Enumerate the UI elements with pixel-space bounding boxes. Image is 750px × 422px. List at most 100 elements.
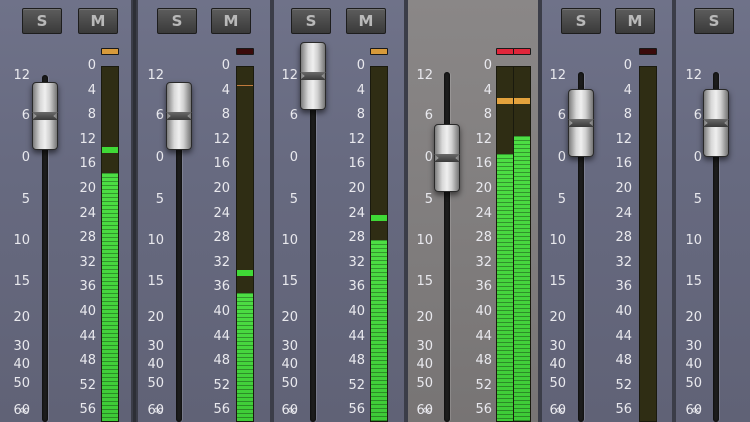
fader-scale-label: 30 bbox=[281, 339, 298, 354]
fader-scale-label: 50 bbox=[549, 376, 566, 391]
fader-handle[interactable] bbox=[434, 124, 460, 192]
fader-scale-label: 10 bbox=[549, 233, 566, 248]
fader-scale-label: ∞ bbox=[287, 403, 298, 418]
peak-hold-indicator bbox=[514, 97, 530, 104]
fader-scale-label: 15 bbox=[281, 274, 298, 289]
meter-scale-label: 52 bbox=[475, 377, 492, 393]
meter-fill bbox=[514, 135, 530, 421]
fader-scale-label: 12 bbox=[281, 68, 298, 83]
fader-handle-grip bbox=[703, 119, 729, 127]
fader-scale-label: 40 bbox=[416, 357, 433, 372]
fader-track[interactable] bbox=[310, 100, 316, 422]
fader-scale-label: 6 bbox=[693, 108, 702, 123]
fader-scale-label: 20 bbox=[685, 310, 702, 325]
fader-scale-label: 30 bbox=[147, 339, 164, 354]
peak-hold-indicator bbox=[497, 97, 513, 104]
fader-handle-grip bbox=[434, 154, 460, 162]
fader-scale-label: 30 bbox=[685, 339, 702, 354]
solo-button[interactable]: S bbox=[694, 8, 734, 34]
meter-scale-label: 16 bbox=[213, 156, 230, 172]
fader-scale-label: 50 bbox=[685, 376, 702, 391]
meter-scale-label: 56 bbox=[348, 402, 365, 418]
fader-handle[interactable] bbox=[300, 42, 326, 110]
fader-scale-label: 6 bbox=[21, 108, 30, 123]
solo-button[interactable]: S bbox=[22, 8, 62, 34]
meter-scale-label: 0 bbox=[356, 58, 365, 73]
meter-scale-label: 44 bbox=[79, 328, 96, 344]
meter-scale-label: 4 bbox=[483, 82, 492, 98]
clip-indicator[interactable] bbox=[370, 48, 388, 55]
meter-scale-label: 24 bbox=[348, 205, 365, 221]
meter-scale-label: 12 bbox=[79, 131, 96, 147]
meter-scale-label: 12 bbox=[348, 131, 365, 147]
fader-scale-label: 10 bbox=[147, 233, 164, 248]
meter-scale-label: 56 bbox=[475, 402, 492, 418]
clip-indicator[interactable] bbox=[513, 48, 531, 55]
meter-scale-label: 40 bbox=[615, 304, 632, 319]
fader-scale-label: 40 bbox=[147, 357, 164, 372]
meter-fill bbox=[497, 154, 513, 421]
clip-indicator[interactable] bbox=[101, 48, 119, 55]
fader-scale-label: 5 bbox=[21, 192, 30, 207]
meter-scale-label: 48 bbox=[348, 353, 365, 369]
meter-scale-label: 28 bbox=[348, 230, 365, 246]
meter-scale-label: 52 bbox=[615, 377, 632, 393]
meter-scale-label: 36 bbox=[79, 279, 96, 295]
mute-button[interactable]: M bbox=[615, 8, 655, 34]
fader-handle[interactable] bbox=[568, 89, 594, 157]
fader-handle[interactable] bbox=[32, 82, 58, 150]
solo-button[interactable]: S bbox=[157, 8, 197, 34]
fader-scale-label: 12 bbox=[685, 68, 702, 83]
meter-scale-label: 12 bbox=[475, 131, 492, 147]
fader-handle-grip bbox=[32, 112, 58, 120]
fader-scale-label: 5 bbox=[557, 192, 566, 207]
fader-scale-label: ∞ bbox=[555, 403, 566, 418]
meter-scale-label: 0 bbox=[87, 58, 96, 73]
peak-line bbox=[237, 85, 253, 87]
fader-scale-label: 30 bbox=[549, 339, 566, 354]
fader-scale-label: 12 bbox=[416, 68, 433, 83]
meter-scale-label: 4 bbox=[623, 82, 632, 98]
clip-indicator[interactable] bbox=[236, 48, 254, 55]
meter-scale-label: 20 bbox=[213, 181, 230, 196]
meter-fill bbox=[102, 172, 118, 421]
fader-scale-label: 40 bbox=[281, 357, 298, 372]
meter-scale-label: 4 bbox=[356, 82, 365, 98]
fader-scale-label: 10 bbox=[685, 233, 702, 248]
fader-handle[interactable] bbox=[166, 82, 192, 150]
fader-scale-label: 0 bbox=[557, 150, 566, 165]
mute-button[interactable]: M bbox=[346, 8, 386, 34]
mute-button[interactable]: M bbox=[211, 8, 251, 34]
clip-indicator[interactable] bbox=[639, 48, 657, 55]
meter-scale-label: 40 bbox=[79, 304, 96, 319]
fader-scale-label: 6 bbox=[424, 108, 433, 123]
meter-scale-label: 4 bbox=[87, 82, 96, 98]
clip-indicator[interactable] bbox=[496, 48, 514, 55]
meter-scale-label: 24 bbox=[213, 205, 230, 221]
solo-button[interactable]: S bbox=[291, 8, 331, 34]
level-meter bbox=[236, 66, 254, 422]
fader-scale-label: 40 bbox=[13, 357, 30, 372]
mute-button[interactable]: M bbox=[78, 8, 118, 34]
fader-track[interactable] bbox=[176, 120, 182, 422]
meter-scale-label: 24 bbox=[475, 205, 492, 221]
fader-scale-label: ∞ bbox=[691, 403, 702, 418]
fader-scale-label: 20 bbox=[549, 310, 566, 325]
fader-scale-label: 15 bbox=[147, 274, 164, 289]
meter-scale-label: 24 bbox=[615, 205, 632, 221]
meter-scale-label: 40 bbox=[348, 304, 365, 319]
peak-hold-indicator bbox=[237, 269, 253, 276]
solo-button[interactable]: S bbox=[561, 8, 601, 34]
meter-scale-label: 8 bbox=[221, 107, 230, 123]
meter-scale-label: 56 bbox=[213, 402, 230, 418]
meter-scale-label: 40 bbox=[213, 304, 230, 319]
meter-scale-label: 44 bbox=[615, 328, 632, 344]
meter-scale-label: 28 bbox=[615, 230, 632, 246]
fader-scale-label: 40 bbox=[549, 357, 566, 372]
fader-scale-label: 10 bbox=[13, 233, 30, 248]
fader-scale-label: 50 bbox=[13, 376, 30, 391]
meter-scale-label: 36 bbox=[213, 279, 230, 295]
fader-handle[interactable] bbox=[703, 89, 729, 157]
fader-scale-label: 5 bbox=[424, 192, 433, 207]
fader-scale-label: 10 bbox=[416, 233, 433, 248]
